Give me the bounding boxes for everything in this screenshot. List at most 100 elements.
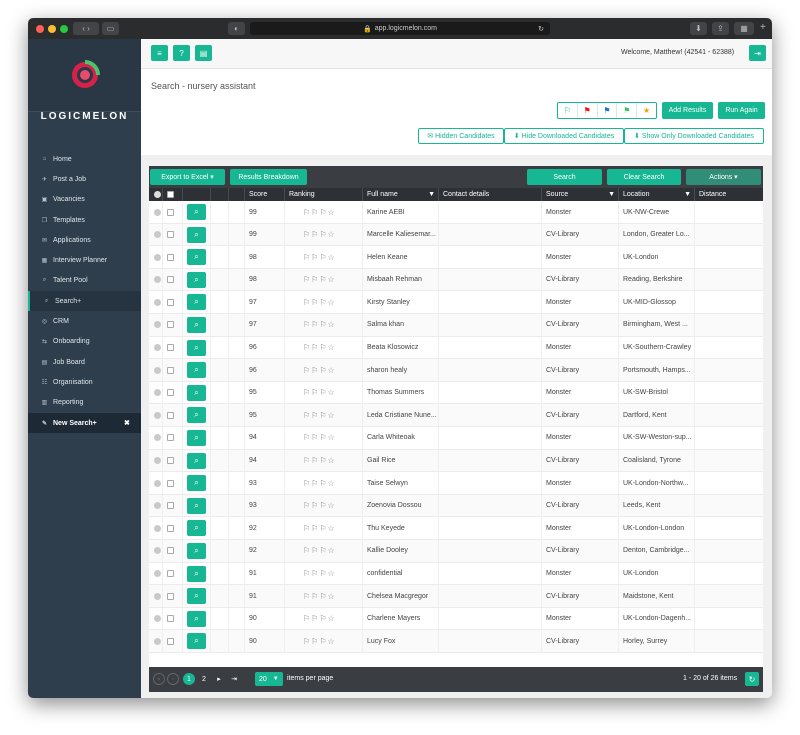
name-cell[interactable]: Leda Cristiane Nune... — [363, 404, 439, 427]
view-candidate-search-icon[interactable]: ⌕ — [187, 362, 206, 379]
expand-all-icon[interactable] — [149, 188, 163, 201]
menu-icon[interactable]: ≡ — [151, 45, 168, 61]
row-checkbox[interactable] — [167, 524, 174, 532]
table-row[interactable]: ⌕ 94 ⚐⚐⚐☆ Carla Whiteoak Monster UK-SW-Weston… — [149, 426, 763, 450]
ranking-flags-icon[interactable]: ⚐⚐⚐☆ — [303, 230, 336, 239]
table-row[interactable]: ⌕ 91 ⚐⚐⚐☆ confidential Monster UK-London — [149, 562, 763, 586]
view-candidate-search-icon[interactable]: ⌕ — [187, 339, 206, 356]
flag-outline-icon[interactable]: ⚐ — [558, 103, 578, 118]
sidebar-item-vacancies[interactable]: ▣ Vacancies — [28, 190, 141, 210]
column-contact-details[interactable]: Contact details — [439, 188, 542, 201]
first-page-icon[interactable]: « — [153, 673, 165, 685]
name-cell[interactable]: Kallie Dooley — [363, 539, 439, 562]
column-full-name[interactable]: Full name ▼ — [363, 188, 439, 201]
view-candidate-search-icon[interactable]: ⌕ — [187, 520, 206, 537]
minimize-window-button[interactable] — [48, 25, 56, 33]
sidebar-item-talent-pool[interactable]: ⌕ Talent Pool — [28, 271, 141, 291]
view-candidate-search-icon[interactable]: ⌕ — [187, 588, 206, 605]
column-location[interactable]: Location ▼ — [619, 188, 695, 201]
column-source[interactable]: Source ▼ — [542, 188, 619, 201]
filter-icon[interactable]: ▼ — [428, 191, 435, 198]
sidebar-item-reporting[interactable]: ▥ Reporting — [28, 393, 141, 413]
expand-row-icon[interactable] — [154, 208, 161, 216]
ranking-flags-icon[interactable]: ⚐⚐⚐☆ — [303, 343, 336, 352]
back-forward-buttons[interactable]: ‹ › — [73, 22, 99, 35]
grid-search-button[interactable]: Search — [527, 169, 602, 185]
column-distance[interactable]: Distance — [695, 188, 763, 201]
last-page-icon[interactable]: ⇥ — [228, 673, 240, 685]
logout-icon[interactable]: ⇥ — [749, 45, 766, 61]
actions-dropdown[interactable]: Actions ▾ — [686, 169, 761, 185]
page-2-button[interactable]: 2 — [198, 673, 210, 685]
help-icon[interactable]: ? — [173, 45, 190, 61]
expand-row-icon[interactable] — [154, 547, 161, 555]
sidebar-item-job-board[interactable]: ▤ Job Board — [28, 352, 141, 372]
row-checkbox[interactable] — [167, 253, 174, 261]
sidebar-item-templates[interactable]: ❐ Templates — [28, 210, 141, 230]
sidebar-item-home[interactable]: ⌂ Home — [28, 149, 141, 169]
row-checkbox[interactable] — [167, 434, 174, 442]
view-candidate-search-icon[interactable]: ⌕ — [187, 497, 206, 514]
zoom-window-button[interactable] — [60, 25, 68, 33]
blue-flag-icon[interactable]: ⚑ — [598, 103, 618, 118]
sidebar-item-organisation[interactable]: ☷ Organisation — [28, 372, 141, 392]
name-cell[interactable]: Thu Keyede — [363, 517, 439, 540]
book-icon[interactable]: ▤ — [195, 45, 212, 61]
expand-row-icon[interactable] — [154, 434, 161, 442]
row-checkbox[interactable] — [167, 615, 174, 623]
table-row[interactable]: ⌕ 92 ⚐⚐⚐☆ Thu Keyede Monster UK-London-London — [149, 517, 763, 540]
name-cell[interactable]: sharon healy — [363, 359, 439, 382]
expand-row-icon[interactable] — [154, 276, 161, 284]
view-candidate-search-icon[interactable]: ⌕ — [187, 475, 206, 492]
expand-row-icon[interactable] — [154, 231, 161, 239]
table-row[interactable]: ⌕ 98 ⚐⚐⚐☆ Misbaah Rehman CV-Library Reading, … — [149, 268, 763, 292]
row-checkbox[interactable] — [167, 547, 174, 555]
show-downloaded-button[interactable]: ⬇ Show Only Downloaded Candidates — [624, 128, 764, 144]
ranking-flags-icon[interactable]: ⚐⚐⚐☆ — [303, 637, 336, 646]
filter-icon[interactable]: ▼ — [684, 191, 691, 198]
name-cell[interactable]: Carla Whiteoak — [363, 426, 439, 449]
row-checkbox[interactable] — [167, 344, 174, 352]
red-flag-icon[interactable]: ⚑ — [578, 103, 598, 118]
ranking-flags-icon[interactable]: ⚐⚐⚐☆ — [303, 479, 336, 488]
view-candidate-search-icon[interactable]: ⌕ — [187, 226, 206, 243]
sidebar-item-new-search[interactable]: ✎ New Search+ ✖ — [28, 412, 141, 434]
export-excel-button[interactable]: Export to Excel ▾ — [150, 169, 225, 185]
table-row[interactable]: ⌕ 95 ⚐⚐⚐☆ Leda Cristiane Nune... CV-Library D… — [149, 404, 763, 427]
row-checkbox[interactable] — [167, 411, 174, 419]
name-cell[interactable]: Chelsea Macgregor — [363, 585, 439, 608]
close-window-button[interactable] — [36, 25, 44, 33]
select-all-checkbox[interactable] — [163, 188, 183, 201]
hide-downloaded-button[interactable]: ⬇ Hide Downloaded Candidates — [504, 128, 624, 144]
ranking-flags-icon[interactable]: ⚐⚐⚐☆ — [303, 456, 336, 465]
expand-row-icon[interactable] — [154, 321, 161, 329]
name-cell[interactable]: Karine AEBI — [363, 201, 439, 223]
expand-row-icon[interactable] — [154, 570, 161, 577]
row-checkbox[interactable] — [167, 208, 174, 216]
prev-page-icon[interactable]: ‹ — [167, 673, 179, 685]
table-row[interactable]: ⌕ 95 ⚐⚐⚐☆ Thomas Summers Monster UK-SW-Bristo… — [149, 381, 763, 405]
table-row[interactable]: ⌕ 93 ⚐⚐⚐☆ Zoenovia Dossou CV-Library Leeds, K… — [149, 494, 763, 518]
expand-row-icon[interactable] — [154, 253, 161, 261]
download-icon[interactable]: ⬇ — [690, 22, 707, 35]
table-row[interactable]: ⌕ 96 ⚐⚐⚐☆ Beata Klosowicz Monster UK-Southern… — [149, 336, 763, 360]
view-candidate-search-icon[interactable]: ⌕ — [187, 633, 206, 650]
column-ranking[interactable]: Ranking — [285, 188, 363, 201]
row-checkbox[interactable] — [167, 321, 174, 329]
ranking-flags-icon[interactable]: ⚐⚐⚐☆ — [303, 253, 336, 262]
row-checkbox[interactable] — [167, 592, 174, 600]
expand-row-icon[interactable] — [154, 298, 161, 306]
expand-row-icon[interactable] — [154, 389, 161, 397]
expand-row-icon[interactable] — [154, 479, 161, 487]
ranking-flags-icon[interactable]: ⚐⚐⚐☆ — [303, 366, 336, 375]
page-1-button[interactable]: 1 — [183, 673, 195, 685]
table-row[interactable]: ⌕ 92 ⚐⚐⚐☆ Kallie Dooley CV-Library Denton, Ca… — [149, 539, 763, 563]
name-cell[interactable]: Misbaah Rehman — [363, 268, 439, 291]
row-checkbox[interactable] — [167, 479, 174, 487]
expand-row-icon[interactable] — [154, 502, 161, 510]
table-row[interactable]: ⌕ 97 ⚐⚐⚐☆ Salma khan CV-Library Birmingham, W… — [149, 313, 763, 337]
row-checkbox[interactable] — [167, 298, 174, 306]
sidebar-item-post-a-job[interactable]: ✈ Post a Job — [28, 169, 141, 189]
row-checkbox[interactable] — [167, 276, 174, 284]
column-score[interactable]: Score — [245, 188, 285, 201]
